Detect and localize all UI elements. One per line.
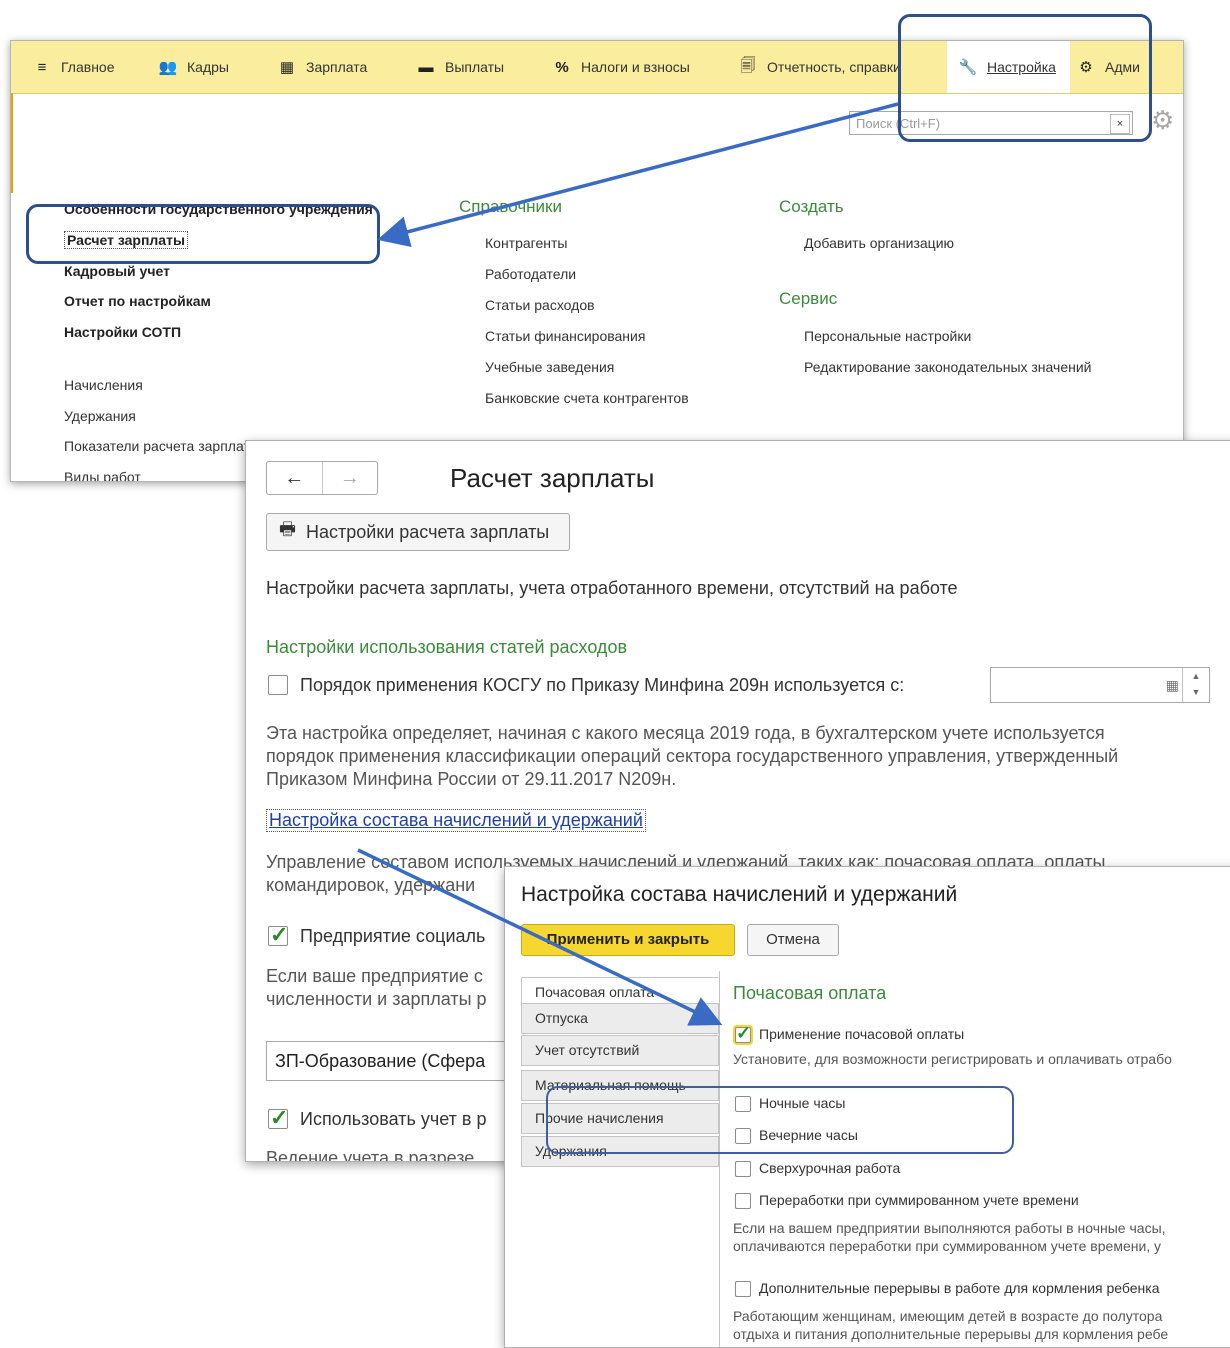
arrow-to-hourly-pay [357,848,723,1026]
arrow-to-payroll-link [377,102,899,248]
annotation-arrows [357,102,899,1026]
